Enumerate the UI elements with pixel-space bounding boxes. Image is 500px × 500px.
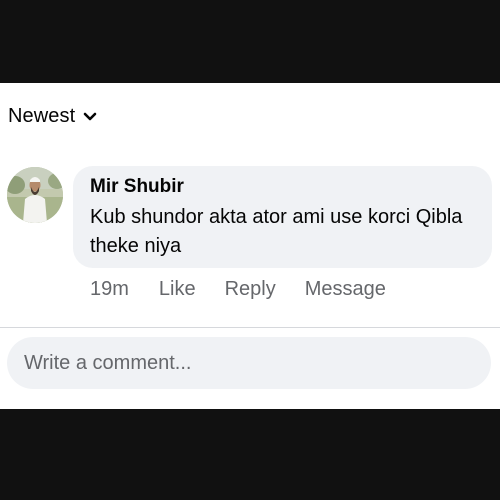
divider bbox=[0, 327, 500, 328]
reply-button[interactable]: Reply bbox=[225, 278, 276, 301]
avatar[interactable] bbox=[7, 167, 63, 223]
avatar-photo bbox=[7, 167, 63, 223]
bottom-black-bar bbox=[0, 409, 500, 500]
chevron-down-icon bbox=[83, 112, 97, 120]
comment-text: Kub shundor akta ator ami use korci Qibl… bbox=[90, 206, 463, 257]
message-button[interactable]: Message bbox=[305, 278, 386, 301]
like-button[interactable]: Like bbox=[159, 278, 196, 301]
sort-label: Newest bbox=[8, 105, 76, 127]
comment-author[interactable]: Mir Shubir bbox=[90, 176, 184, 198]
comment-actions: 19m Like Reply Message bbox=[90, 276, 415, 302]
comments-panel: Newest Mir Shubir Kub shundor akta ator … bbox=[0, 83, 500, 409]
top-black-bar bbox=[0, 0, 500, 83]
comment-bubble: Mir Shubir Kub shundor akta ator ami use… bbox=[73, 166, 492, 268]
sort-dropdown[interactable]: Newest bbox=[8, 105, 97, 128]
comment-timestamp[interactable]: 19m bbox=[90, 278, 129, 301]
comment-input[interactable] bbox=[7, 337, 491, 389]
